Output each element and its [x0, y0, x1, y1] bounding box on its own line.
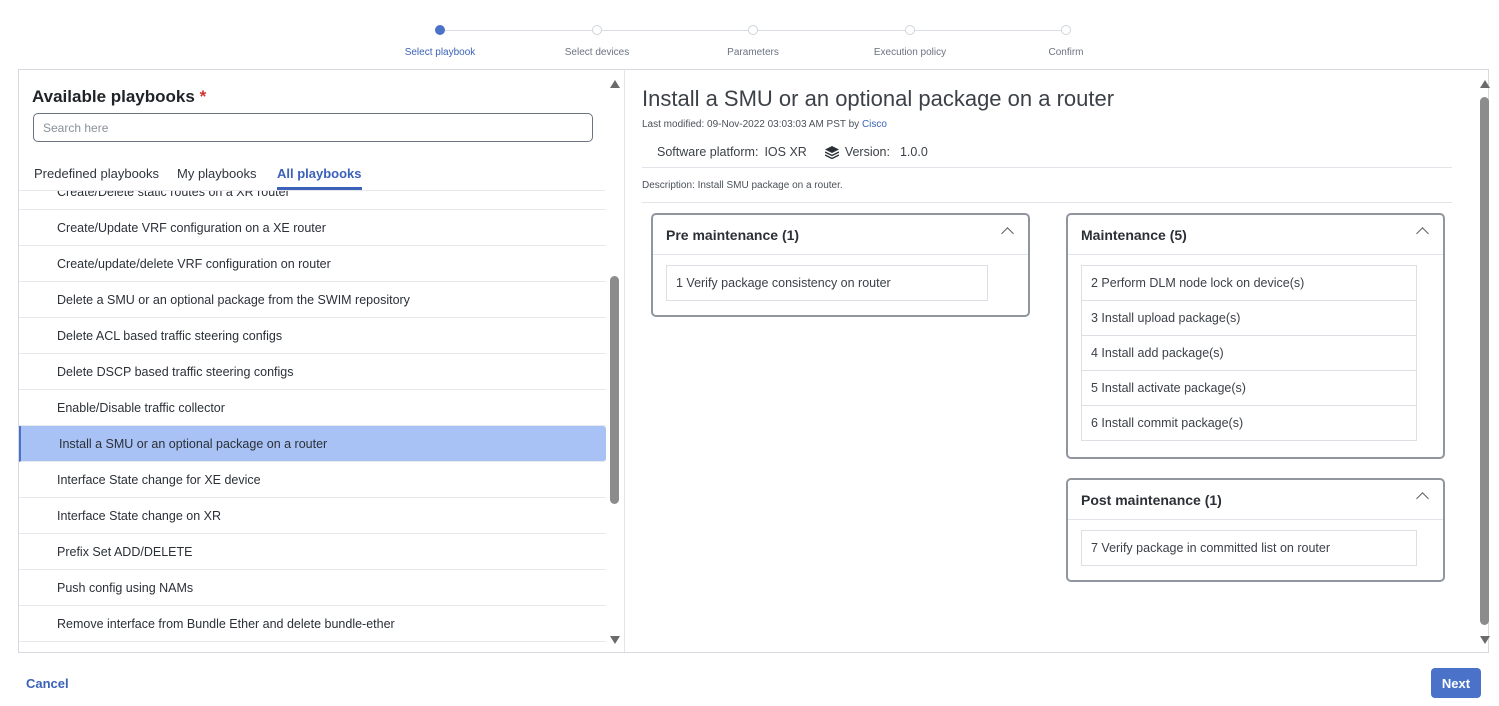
last-modified-text: Last modified: 09-Nov-2022 03:03:03 AM P…: [642, 119, 860, 130]
step-confirm[interactable]: Confirm: [996, 22, 1136, 58]
last-modified: Last modified: 09-Nov-2022 03:03:03 AM P…: [642, 119, 887, 130]
post-maintenance-header[interactable]: Post maintenance (1): [1068, 480, 1443, 520]
maintenance-title: Maintenance (5): [1081, 226, 1187, 243]
list-item[interactable]: Remove interface from Bundle Ether and d…: [19, 606, 606, 642]
post-maintenance-title: Post maintenance (1): [1081, 491, 1222, 508]
playbook-tabs: Predefined playbooks My playbooks All pl…: [19, 162, 605, 191]
version-value: 1.0.0: [899, 145, 928, 159]
task-item: 1 Verify package consistency on router: [666, 265, 988, 301]
list-item[interactable]: Prefix Set ADD/DELETE: [19, 534, 606, 570]
maintenance-header[interactable]: Maintenance (5): [1068, 215, 1443, 255]
task-item: 2 Perform DLM node lock on device(s): [1081, 265, 1417, 301]
platform-value: IOS XR: [764, 145, 807, 159]
chevron-up-icon[interactable]: [1416, 227, 1429, 240]
step-label: Parameters: [727, 47, 779, 58]
step-label: Select playbook: [404, 47, 476, 58]
search-input[interactable]: [33, 113, 593, 142]
author-link[interactable]: Cisco: [862, 119, 887, 130]
scroll-up-arrow-icon[interactable]: [610, 80, 620, 88]
step-dot: [1061, 25, 1071, 35]
divider-line: [642, 167, 1452, 168]
step-dot: [748, 25, 758, 35]
step-dot: [592, 25, 602, 35]
main-frame: Available playbooks * Predefined playboo…: [18, 69, 1490, 653]
scrollbar-thumb[interactable]: [1480, 97, 1489, 625]
platform-label: Software platform:: [657, 145, 759, 159]
list-scrollbar[interactable]: [608, 78, 622, 648]
task-item: 4 Install add package(s): [1081, 336, 1417, 371]
scroll-down-arrow-icon[interactable]: [1480, 636, 1490, 644]
list-item-selected[interactable]: Install a SMU or an optional package on …: [19, 426, 606, 462]
next-button[interactable]: Next: [1431, 668, 1481, 698]
pre-maintenance-card: Pre maintenance (1) 1 Verify package con…: [651, 213, 1030, 317]
panel-title: Available playbooks *: [32, 87, 206, 107]
playbook-detail-panel: Install a SMU or an optional package on …: [625, 70, 1490, 652]
list-item[interactable]: Push config using NAMs: [19, 570, 606, 606]
playbook-title: Install a SMU or an optional package on …: [642, 86, 1115, 111]
tab-predefined-playbooks[interactable]: Predefined playbooks: [34, 166, 159, 187]
list-item[interactable]: Delete DSCP based traffic steering confi…: [19, 354, 606, 390]
step-select-playbook[interactable]: Select playbook: [370, 22, 510, 58]
panel-title-text: Available playbooks: [32, 87, 195, 106]
tab-my-playbooks[interactable]: My playbooks: [177, 166, 256, 187]
step-parameters[interactable]: Parameters: [683, 22, 823, 58]
chevron-up-icon[interactable]: [1416, 492, 1429, 505]
playbook-list: Create/Delete static routes on a XR rout…: [19, 191, 606, 652]
playbook-list-panel: Available playbooks * Predefined playboo…: [19, 70, 624, 652]
list-item[interactable]: Interface State change on XR: [19, 498, 606, 534]
step-execution-policy[interactable]: Execution policy: [840, 22, 980, 58]
list-item[interactable]: Interface State change for XE device: [19, 462, 606, 498]
wizard-stepper: Select playbook Select devices Parameter…: [0, 22, 1499, 66]
stack-icon: [824, 145, 839, 159]
playbook-description: Description: Install SMU package on a ro…: [642, 180, 843, 191]
step-label: Confirm: [1048, 47, 1084, 58]
list-item[interactable]: Delete ACL based traffic steering config…: [19, 318, 606, 354]
platform-row: Software platform: IOS XR Version: 1.0.0: [657, 145, 928, 159]
pre-maintenance-title: Pre maintenance (1): [666, 226, 800, 243]
task-item: 7 Verify package in committed list on ro…: [1081, 530, 1417, 566]
pre-maintenance-header[interactable]: Pre maintenance (1): [653, 215, 1028, 255]
cancel-button[interactable]: Cancel: [26, 676, 69, 691]
version-label: Version:: [844, 145, 890, 159]
list-item[interactable]: Create/Delete static routes on a XR rout…: [19, 191, 606, 210]
chevron-up-icon[interactable]: [1001, 227, 1014, 240]
tab-all-playbooks[interactable]: All playbooks: [277, 166, 362, 190]
list-item[interactable]: Create/update/delete VRF configuration o…: [19, 246, 606, 282]
step-select-devices[interactable]: Select devices: [527, 22, 667, 58]
step-dot: [905, 25, 915, 35]
list-item[interactable]: Delete a SMU or an optional package from…: [19, 282, 606, 318]
post-maintenance-card: Post maintenance (1) 7 Verify package in…: [1066, 478, 1445, 582]
list-item[interactable]: Enable/Disable traffic collector: [19, 390, 606, 426]
task-item: 5 Install activate package(s): [1081, 371, 1417, 406]
detail-scrollbar[interactable]: [1478, 78, 1492, 648]
step-label: Select devices: [564, 47, 630, 58]
maintenance-card: Maintenance (5) 2 Perform DLM node lock …: [1066, 213, 1445, 459]
step-dot: [435, 25, 445, 35]
scroll-up-arrow-icon[interactable]: [1480, 80, 1490, 88]
list-item[interactable]: Create/Update VRF configuration on a XE …: [19, 210, 606, 246]
step-label: Execution policy: [873, 47, 947, 58]
task-item: 6 Install commit package(s): [1081, 406, 1417, 441]
divider-line: [642, 202, 1452, 203]
task-item: 3 Install upload package(s): [1081, 301, 1417, 336]
scrollbar-thumb[interactable]: [610, 276, 619, 504]
required-mark: *: [199, 87, 207, 106]
scroll-down-arrow-icon[interactable]: [610, 636, 620, 644]
